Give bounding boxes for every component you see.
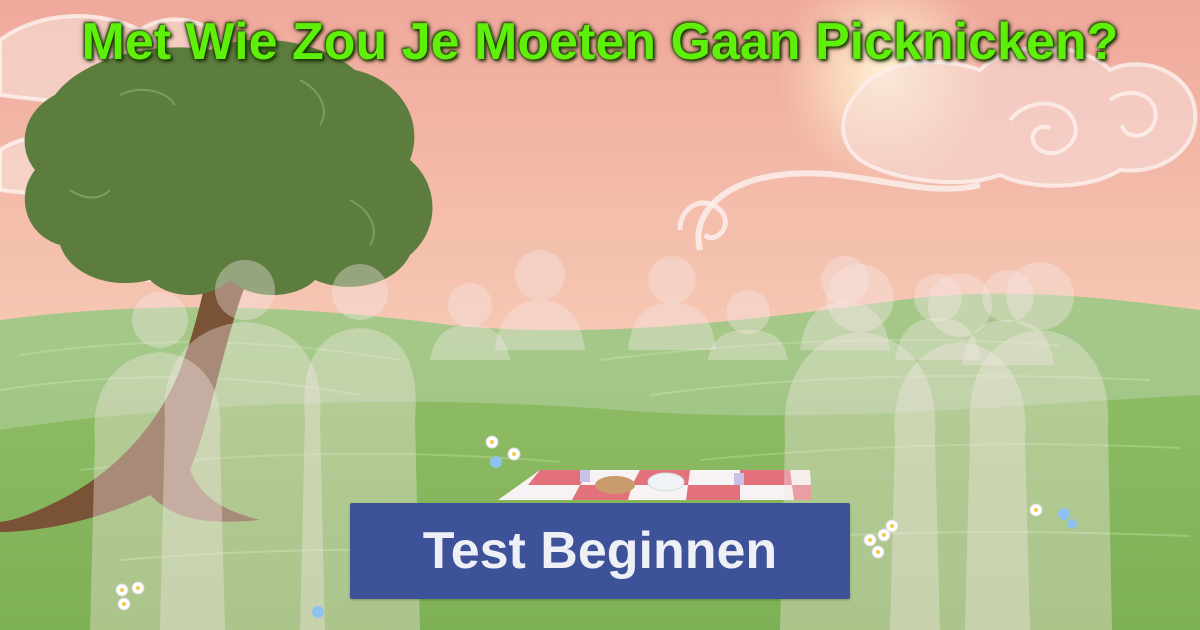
- start-test-button[interactable]: Test Beginnen: [350, 503, 850, 599]
- page-title: Met Wie Zou Je Moeten Gaan Picknicken?: [81, 13, 1119, 71]
- picnic-blanket-icon: [498, 470, 812, 500]
